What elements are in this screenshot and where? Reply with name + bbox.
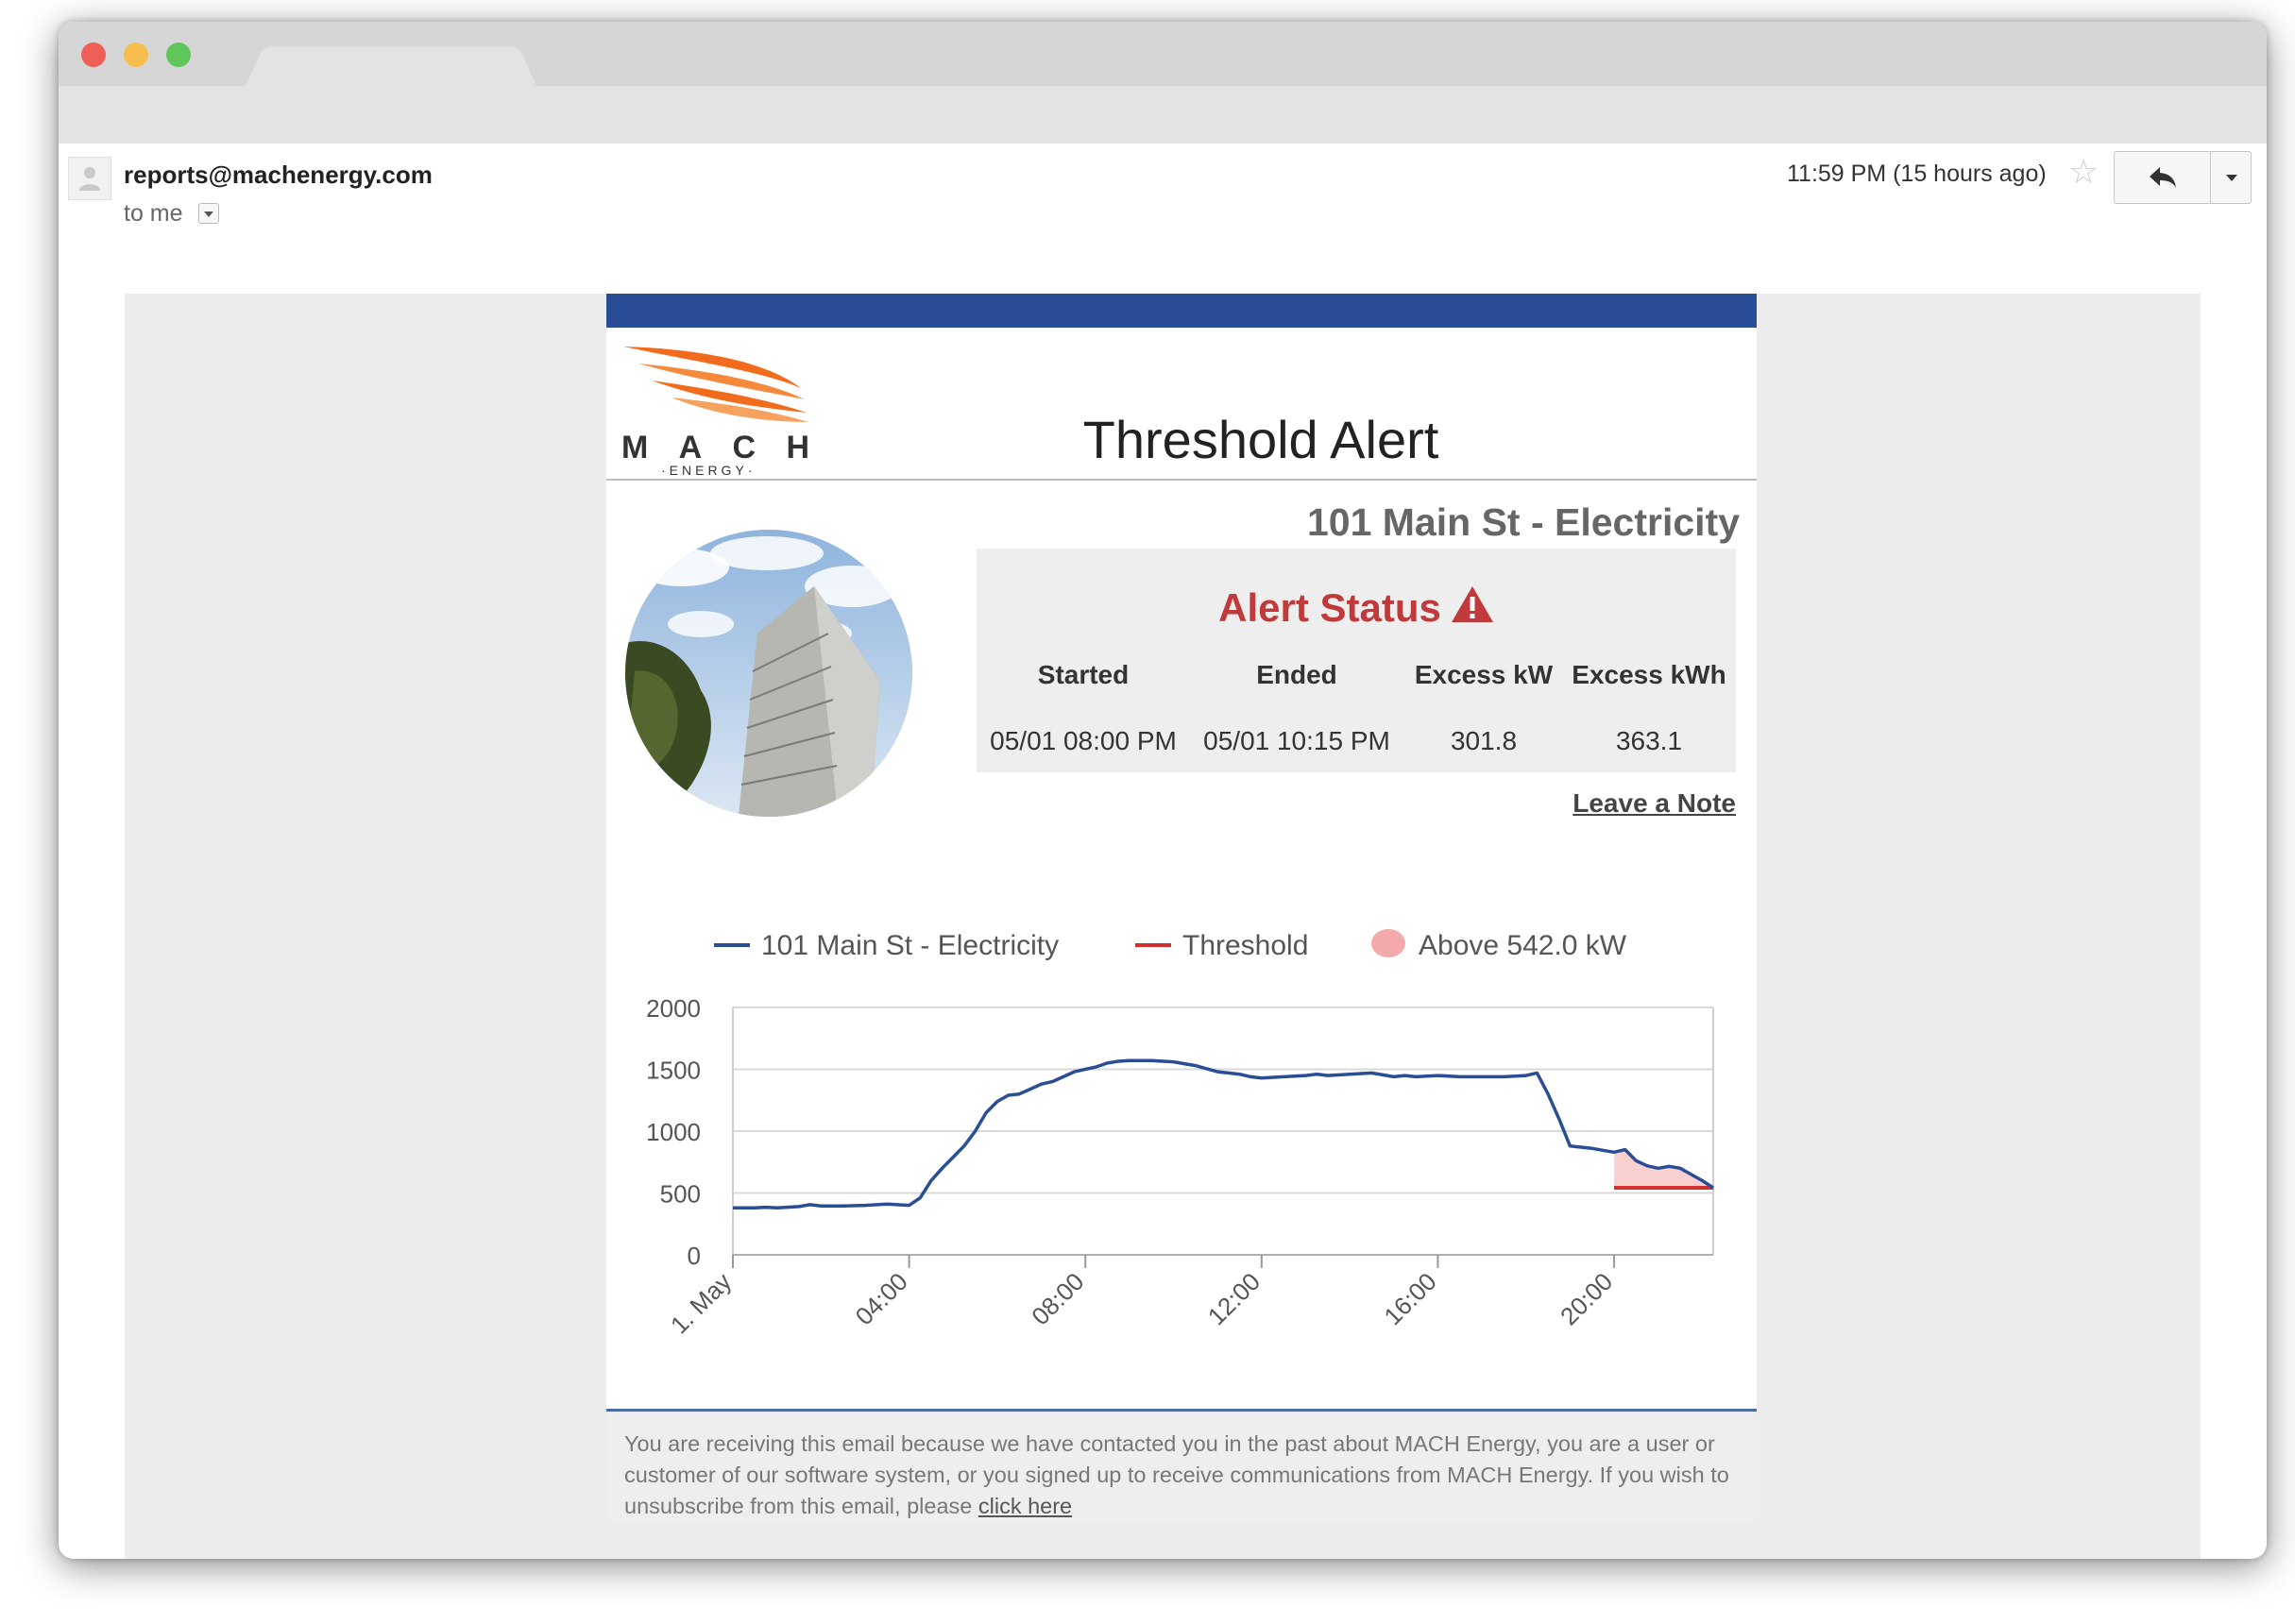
- x-tick-label-1: 04:00: [850, 1267, 913, 1330]
- building-photo: [625, 530, 912, 817]
- y-tick-label-3: 1500: [646, 1057, 701, 1085]
- electricity-series-line: [733, 1058, 1714, 1210]
- x-tick-label-0: 1. May: [665, 1267, 737, 1339]
- legend-swatch-2: [1371, 929, 1405, 957]
- excess-kw-column: Excess kW 301.8: [1403, 660, 1564, 756]
- ended-column: Ended 05/01 10:15 PM: [1190, 660, 1403, 756]
- minimize-window-button[interactable]: [124, 42, 148, 67]
- site-title: 101 Main St - Electricity: [1306, 500, 1740, 544]
- person-icon: [79, 167, 100, 191]
- usage-chart: 101 Main St - Electricity Threshold Above …: [606, 896, 1757, 1349]
- mach-energy-logo: MACH ·ENERGY·: [621, 347, 815, 478]
- x-tick-label-3: 12:00: [1202, 1267, 1266, 1330]
- recipient-details-dropdown[interactable]: [198, 203, 219, 224]
- recipient-label: to me: [124, 200, 183, 227]
- maximize-window-button[interactable]: [166, 42, 191, 67]
- footer-text: You are receiving this email because we …: [624, 1429, 1739, 1522]
- reply-icon: [2150, 167, 2176, 188]
- ended-header: Ended: [1256, 660, 1337, 689]
- excess-kw-header: Excess kW: [1414, 660, 1554, 689]
- warning-icon: [1451, 585, 1494, 633]
- unsubscribe-link[interactable]: click here: [978, 1494, 1072, 1518]
- x-tick-label-2: 08:00: [1026, 1267, 1089, 1330]
- alert-content: 101 Main St - Electricity Alert Status S…: [606, 481, 1757, 1379]
- email-header: reports@machenergy.com to me 11:59 PM (1…: [59, 144, 2267, 313]
- legend-label-2: Above 542.0 kW: [1419, 930, 1627, 961]
- more-actions-button[interactable]: [2211, 152, 2251, 203]
- email-timestamp: 11:59 PM (15 hours ago): [1787, 161, 2047, 187]
- usage-chart-svg: 101 Main St - Electricity Threshold Above …: [646, 929, 1714, 1339]
- close-window-button[interactable]: [81, 42, 106, 67]
- y-tick-label-2: 1000: [646, 1118, 701, 1146]
- footer-message: You are receiving this email because we …: [624, 1431, 1729, 1518]
- alert-status-label: Alert Status: [1218, 585, 1441, 630]
- brand-top-bar: [606, 294, 1757, 328]
- ended-value: 05/01 10:15 PM: [1203, 726, 1390, 755]
- alert-status-heading: Alert Status: [977, 585, 1736, 633]
- browser-window: reports@machenergy.com to me 11:59 PM (1…: [59, 22, 2267, 1559]
- y-tick-label-0: 0: [688, 1242, 701, 1270]
- avatar: [68, 157, 111, 200]
- started-value: 05/01 08:00 PM: [990, 726, 1177, 755]
- leave-note-link[interactable]: Leave a Note: [1551, 788, 1736, 819]
- y-tick-label-1: 500: [660, 1180, 701, 1209]
- started-header: Started: [1037, 660, 1130, 689]
- reply-button-group: [2114, 151, 2252, 204]
- x-tick-label-5: 20:00: [1555, 1267, 1618, 1330]
- excess-kwh-column: Excess kWh 363.1: [1564, 660, 1734, 756]
- alert-email-card: MACH ·ENERGY· Threshold Alert 101 Main S…: [606, 294, 1757, 1521]
- alert-status-box: Alert Status Started 05/01 08:00 PM Ende…: [977, 549, 1736, 772]
- legend-label-0: 101 Main St - Electricity: [761, 930, 1059, 961]
- email-footer: You are receiving this email because we …: [606, 1412, 1757, 1521]
- logo-subtitle: ·ENERGY·: [661, 463, 756, 478]
- star-icon[interactable]: ☆: [2068, 155, 2099, 189]
- reply-button[interactable]: [2115, 152, 2211, 203]
- x-tick-label-4: 16:00: [1378, 1267, 1441, 1330]
- excess-kwh-value: 363.1: [1615, 726, 1683, 755]
- y-tick-label-4: 2000: [646, 994, 701, 1023]
- excess-kw-value: 301.8: [1450, 726, 1518, 755]
- email-body: MACH ·ENERGY· Threshold Alert 101 Main S…: [125, 294, 2201, 1559]
- started-column: Started 05/01 08:00 PM: [977, 660, 1190, 756]
- sender-address[interactable]: reports@machenergy.com: [124, 161, 433, 190]
- excess-kwh-header: Excess kWh: [1572, 660, 1726, 689]
- alert-title: Threshold Alert: [1082, 410, 1439, 469]
- logo-wordmark: MACH: [621, 430, 815, 465]
- legend-label-1: Threshold: [1182, 930, 1308, 961]
- title-bar: [59, 22, 2267, 144]
- browser-tab[interactable]: [246, 46, 536, 86]
